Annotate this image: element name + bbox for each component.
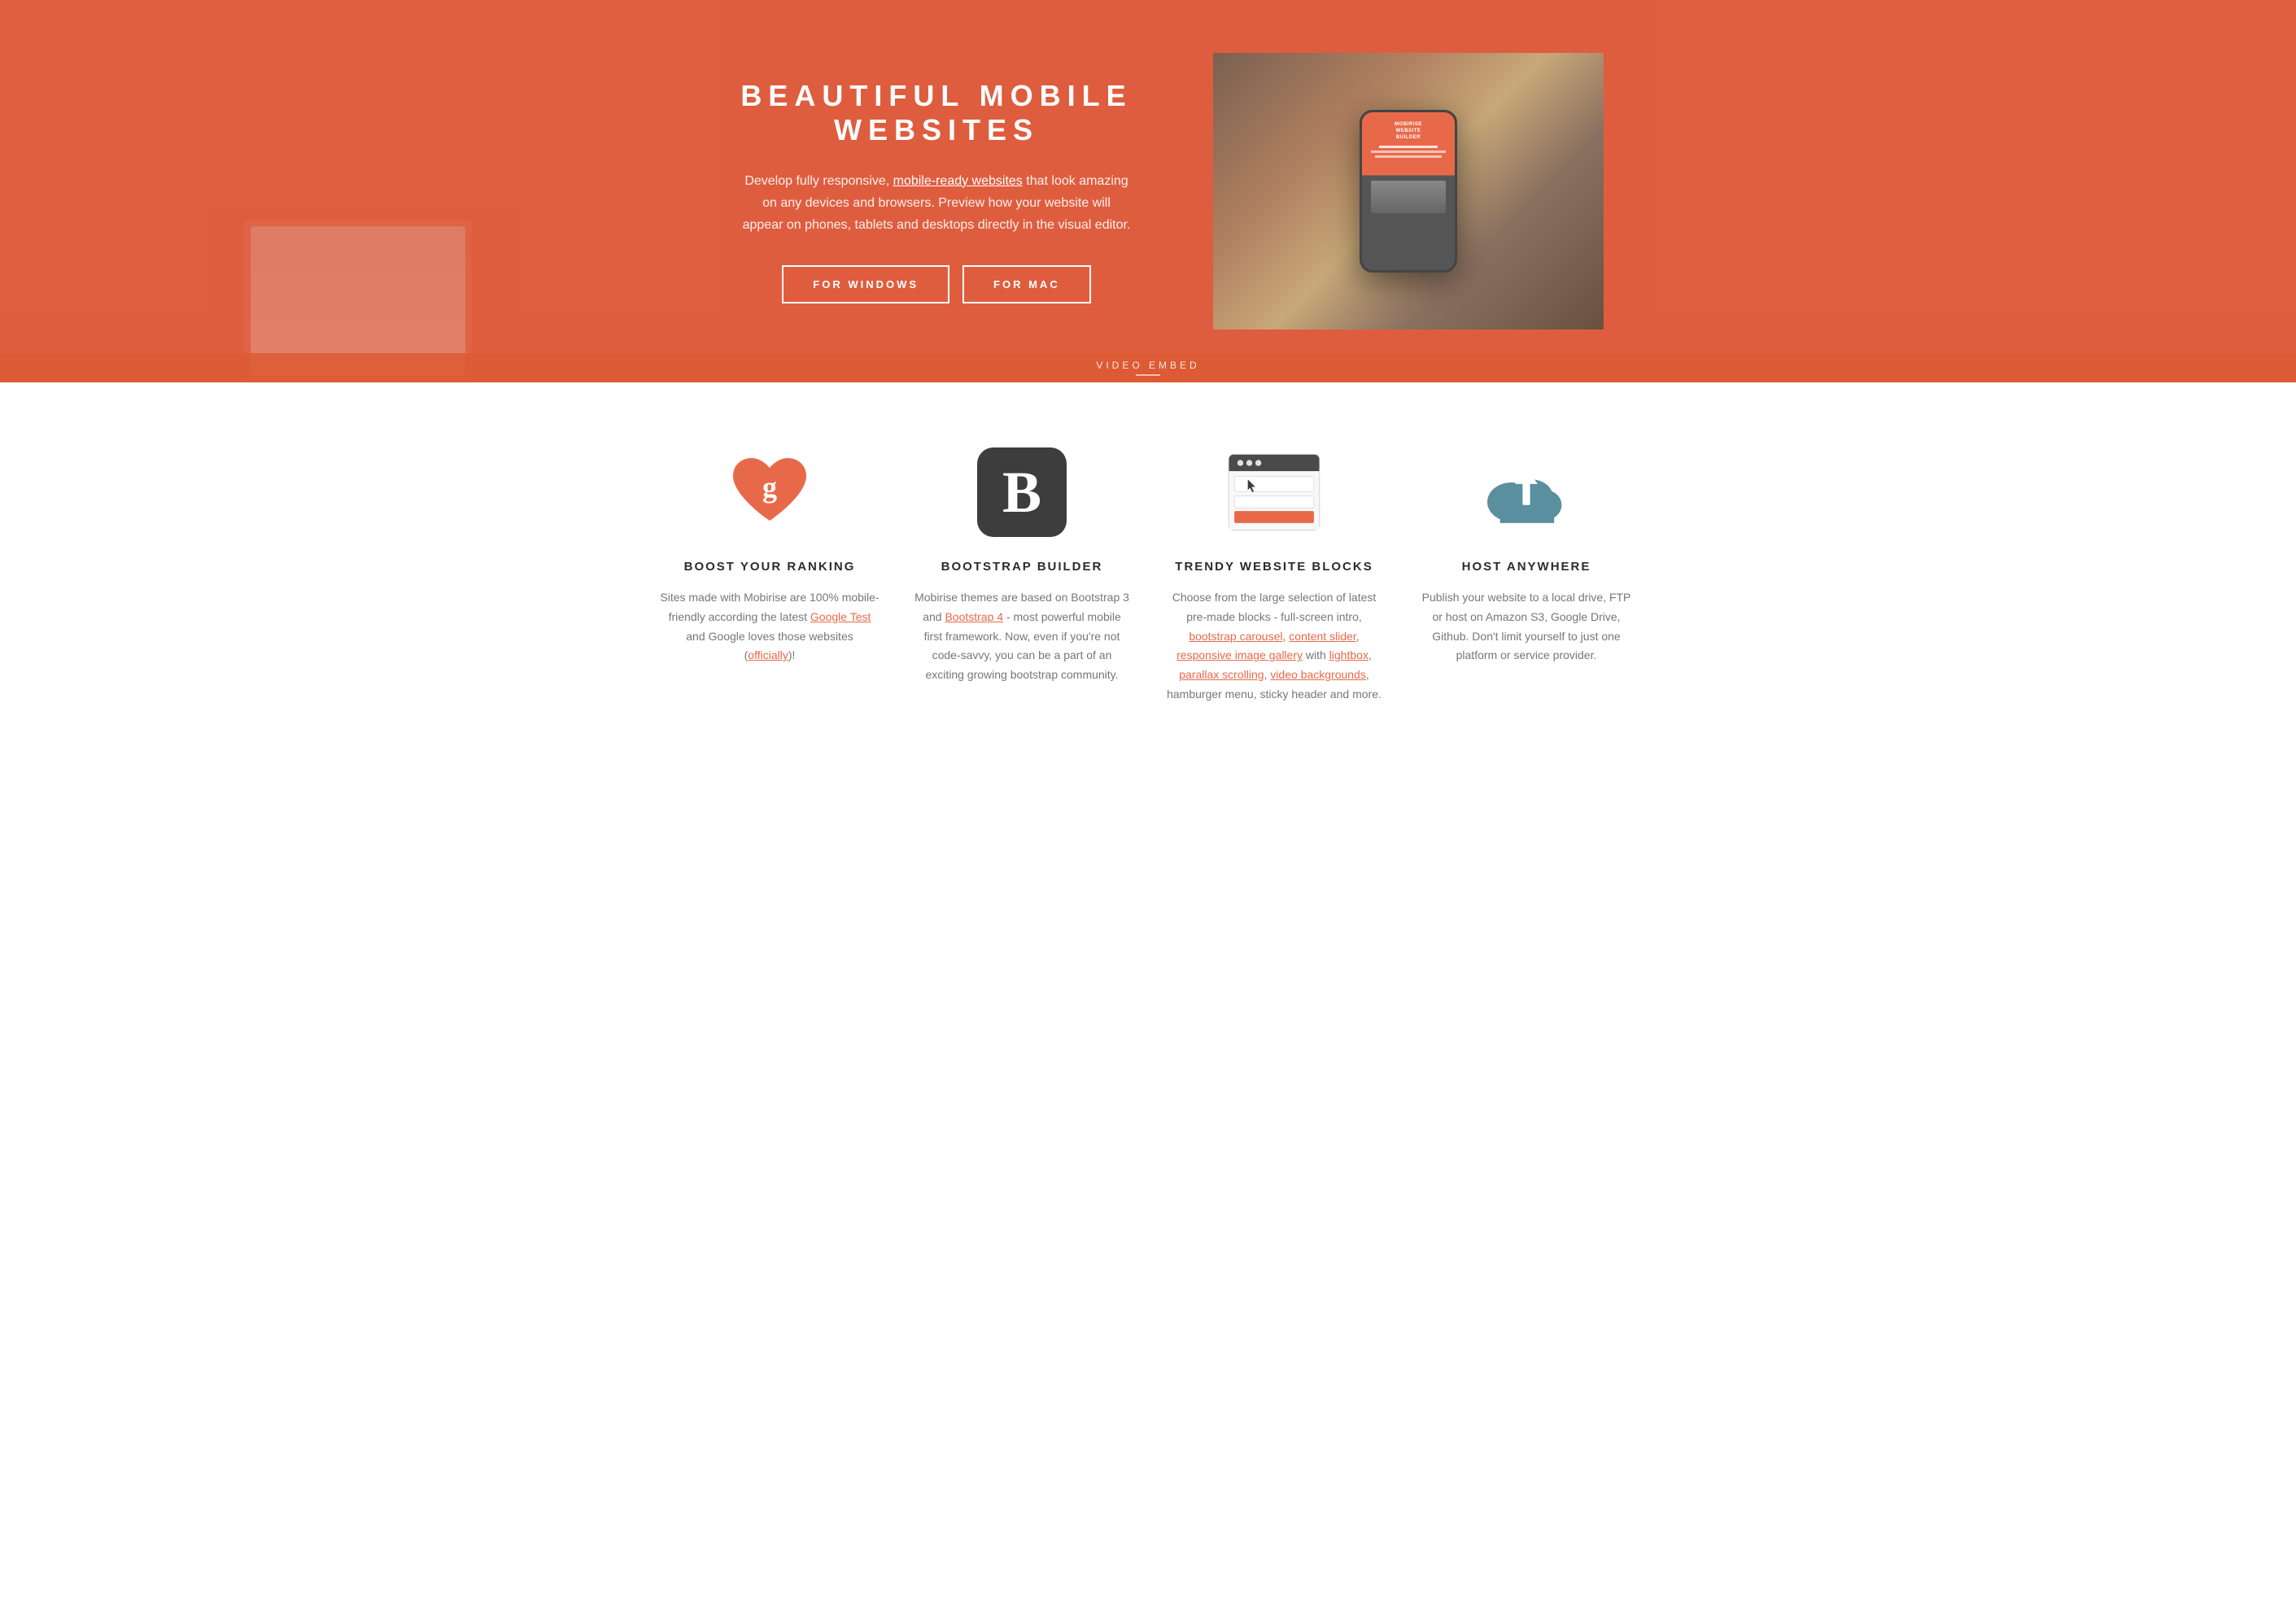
hero-left: BEAUTIFUL MOBILE WEBSITES Develop fully … [692,79,1213,304]
feature-icon-trendy [1225,447,1323,537]
feature-icon-bootstrap: B [973,447,1071,537]
parallax-link[interactable]: parallax scrolling [1179,668,1264,681]
responsive-gallery-link[interactable]: responsive image gallery [1176,648,1303,661]
lightbox-link[interactable]: lightbox [1329,648,1368,661]
hero-description: Develop fully responsive, mobile-ready w… [741,170,1132,237]
hero-content: BEAUTIFUL MOBILE WEBSITES Develop fully … [660,4,1636,378]
phone-device: MOBIRISEWEBSITEBUILDER [1360,110,1457,273]
bootstrap4-link[interactable]: Bootstrap 4 [945,610,1003,623]
cloud-upload-icon [1478,447,1575,537]
features-grid: g BOOST YOUR RANKING Sites made with Mob… [660,447,1636,705]
feature-title-bootstrap: BOOTSTRAP BUILDER [941,560,1103,574]
hero-right: MOBIRISEWEBSITEBUILDER [1213,53,1604,330]
phone-screen-title: MOBIRISEWEBSITEBUILDER [1395,122,1422,141]
hero-image-box: MOBIRISEWEBSITEBUILDER [1213,53,1604,330]
feature-desc-trendy: Choose from the large selection of lates… [1164,588,1384,705]
heart-google-icon: g [725,452,814,533]
feature-desc-bootstrap: Mobirise themes are based on Bootstrap 3… [912,588,1132,685]
feature-desc-host: Publish your website to a local drive, F… [1416,588,1636,666]
features-section: g BOOST YOUR RANKING Sites made with Mob… [0,382,2296,753]
feature-boost: g BOOST YOUR RANKING Sites made with Mob… [660,447,880,705]
feature-icon-host [1478,447,1575,537]
google-test-link[interactable]: Google Test [810,610,871,623]
officially-link[interactable]: officially [748,648,788,661]
feature-trendy: TRENDY WEBSITE BLOCKS Choose from the la… [1164,447,1384,705]
hero-section: BEAUTIFUL MOBILE WEBSITES Develop fully … [0,0,2296,382]
feature-title-boost: BOOST YOUR RANKING [684,560,856,574]
hero-buttons: FOR WINDOWS FOR MAC [692,265,1181,303]
phone-hand-image: MOBIRISEWEBSITEBUILDER [1213,53,1604,330]
feature-icon-boost: g [721,447,818,537]
video-embed-bar: VIDEO EMBED [0,353,2296,382]
feature-desc-boost: Sites made with Mobirise are 100% mobile… [660,588,880,666]
bootstrap-icon: B [977,447,1067,537]
mobile-ready-link[interactable]: mobile-ready websites [893,174,1023,188]
content-slider-link[interactable]: content slider [1289,630,1356,643]
hero-title: BEAUTIFUL MOBILE WEBSITES [692,79,1181,147]
bootstrap-carousel-link[interactable]: bootstrap carousel [1189,630,1282,643]
video-backgrounds-link[interactable]: video backgrounds [1270,668,1366,681]
svg-text:g: g [762,471,777,504]
browser-blocks-icon [1225,447,1323,537]
feature-bootstrap: B BOOTSTRAP BUILDER Mobirise themes are … [912,447,1132,705]
feature-host: HOST ANYWHERE Publish your website to a … [1416,447,1636,705]
feature-title-host: HOST ANYWHERE [1462,560,1591,574]
video-embed-label: VIDEO EMBED [1096,360,1199,371]
phone-screen: MOBIRISEWEBSITEBUILDER [1362,112,1455,270]
windows-button[interactable]: FOR WINDOWS [782,265,949,303]
mac-button[interactable]: FOR MAC [962,265,1091,303]
feature-title-trendy: TRENDY WEBSITE BLOCKS [1175,560,1373,574]
